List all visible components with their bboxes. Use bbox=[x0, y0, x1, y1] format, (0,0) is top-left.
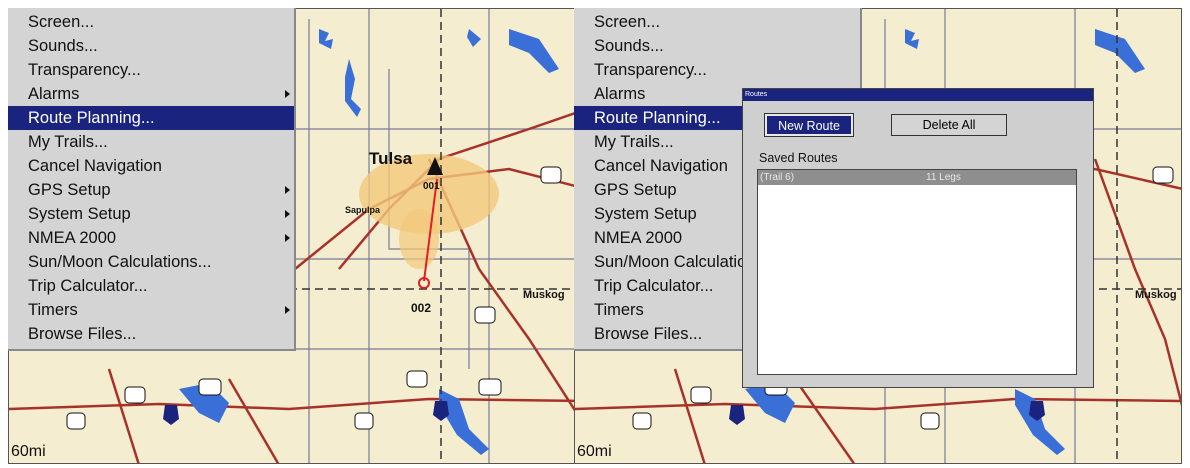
menu-item-label: Timers bbox=[594, 301, 644, 319]
menu-item-label: Trip Calculator... bbox=[594, 277, 714, 295]
city-label-sapulpa: Sapulpa bbox=[345, 205, 381, 215]
map-scale: 60mi bbox=[577, 443, 612, 460]
menu-item[interactable]: Transparency... bbox=[574, 58, 860, 82]
main-menu-left: Screen... Sounds... Transparency... Alarms R… bbox=[8, 8, 296, 351]
route-legs: 11 Legs bbox=[926, 172, 961, 183]
menu-item-label: Sun/Moon Calculations... bbox=[28, 253, 212, 271]
menu-item[interactable]: Sun/Moon Calculations... bbox=[8, 250, 294, 274]
menu-item-label: System Setup bbox=[28, 205, 131, 223]
menu-item-label: GPS Setup bbox=[594, 181, 677, 199]
menu-item[interactable]: System Setup bbox=[8, 202, 294, 226]
menu-item-label: Timers bbox=[28, 301, 78, 319]
menu-item[interactable]: Route Planning... bbox=[8, 106, 294, 130]
menu-item-label: Browse Files... bbox=[594, 325, 703, 343]
menu-item-label: Browse Files... bbox=[28, 325, 137, 343]
menu-item-label: Alarms bbox=[28, 85, 80, 103]
saved-routes-label: Saved Routes bbox=[759, 151, 838, 165]
route-name: (Trail 6) bbox=[760, 172, 795, 183]
menu-item[interactable]: Alarms bbox=[8, 82, 294, 106]
menu-item-label: NMEA 2000 bbox=[28, 229, 117, 247]
waypoint-end-label: 002 bbox=[411, 301, 432, 315]
menu-item-label: Trip Calculator... bbox=[28, 277, 148, 295]
menu-item-label: Transparency... bbox=[28, 61, 141, 79]
menu-item[interactable]: Timers bbox=[8, 298, 294, 322]
left-screen: Tulsa Sapulpa Muskog 001 002 60mi Screen… bbox=[8, 8, 586, 464]
submenu-arrow-icon bbox=[285, 234, 290, 242]
city-label-tulsa: Tulsa bbox=[369, 149, 413, 168]
routes-dialog: Routes New Route Delete All Saved Routes… bbox=[742, 88, 1094, 388]
menu-item-label: System Setup bbox=[594, 205, 697, 223]
map-scale: 60mi bbox=[11, 443, 46, 460]
submenu-arrow-icon bbox=[285, 186, 290, 194]
menu-item[interactable]: Transparency... bbox=[8, 58, 294, 82]
waypoint-start-label: 001 bbox=[423, 181, 440, 192]
right-screen: Muskog 60mi Screen... Sounds... Transparen… bbox=[574, 8, 1182, 464]
submenu-arrow-icon bbox=[285, 210, 290, 218]
delete-all-button[interactable]: Delete All bbox=[891, 114, 1007, 136]
menu-item[interactable]: Sounds... bbox=[8, 34, 294, 58]
menu-item[interactable]: Screen... bbox=[8, 10, 294, 34]
route-row[interactable]: (Trail 6) 11 Legs bbox=[758, 170, 1076, 185]
menu-item[interactable]: My Trails... bbox=[8, 130, 294, 154]
menu-item[interactable]: Trip Calculator... bbox=[8, 274, 294, 298]
city-label-muskogee: Muskog bbox=[1135, 289, 1177, 301]
city-label-muskogee: Muskog bbox=[523, 289, 565, 301]
menu-item[interactable]: Browse Files... bbox=[8, 322, 294, 346]
menu-item-label: Cancel Navigation bbox=[594, 157, 728, 175]
menu-item[interactable]: GPS Setup bbox=[8, 178, 294, 202]
menu-item-label: Route Planning... bbox=[594, 109, 721, 127]
menu-item-label: Route Planning... bbox=[28, 109, 155, 127]
routes-dialog-title: Routes bbox=[743, 89, 1093, 101]
saved-routes-list[interactable]: (Trail 6) 11 Legs bbox=[757, 169, 1077, 375]
submenu-arrow-icon bbox=[285, 306, 290, 314]
menu-item-label: Cancel Navigation bbox=[28, 157, 162, 175]
menu-item-label: My Trails... bbox=[28, 133, 108, 151]
menu-item-label: Transparency... bbox=[594, 61, 707, 79]
menu-item[interactable]: Sounds... bbox=[574, 34, 860, 58]
menu-item-label: Sounds... bbox=[594, 37, 664, 55]
menu-item-label: My Trails... bbox=[594, 133, 674, 151]
menu-item-label: Sounds... bbox=[28, 37, 98, 55]
menu-item[interactable]: NMEA 2000 bbox=[8, 226, 294, 250]
menu-item[interactable]: Cancel Navigation bbox=[8, 154, 294, 178]
submenu-arrow-icon bbox=[285, 90, 290, 98]
menu-item-label: Alarms bbox=[594, 85, 646, 103]
menu-item-label: Screen... bbox=[28, 13, 95, 31]
new-route-button[interactable]: New Route bbox=[764, 113, 854, 137]
menu-item[interactable]: Screen... bbox=[574, 10, 860, 34]
menu-item-label: Screen... bbox=[594, 13, 661, 31]
menu-item-label: NMEA 2000 bbox=[594, 229, 683, 247]
menu-item-label: GPS Setup bbox=[28, 181, 111, 199]
